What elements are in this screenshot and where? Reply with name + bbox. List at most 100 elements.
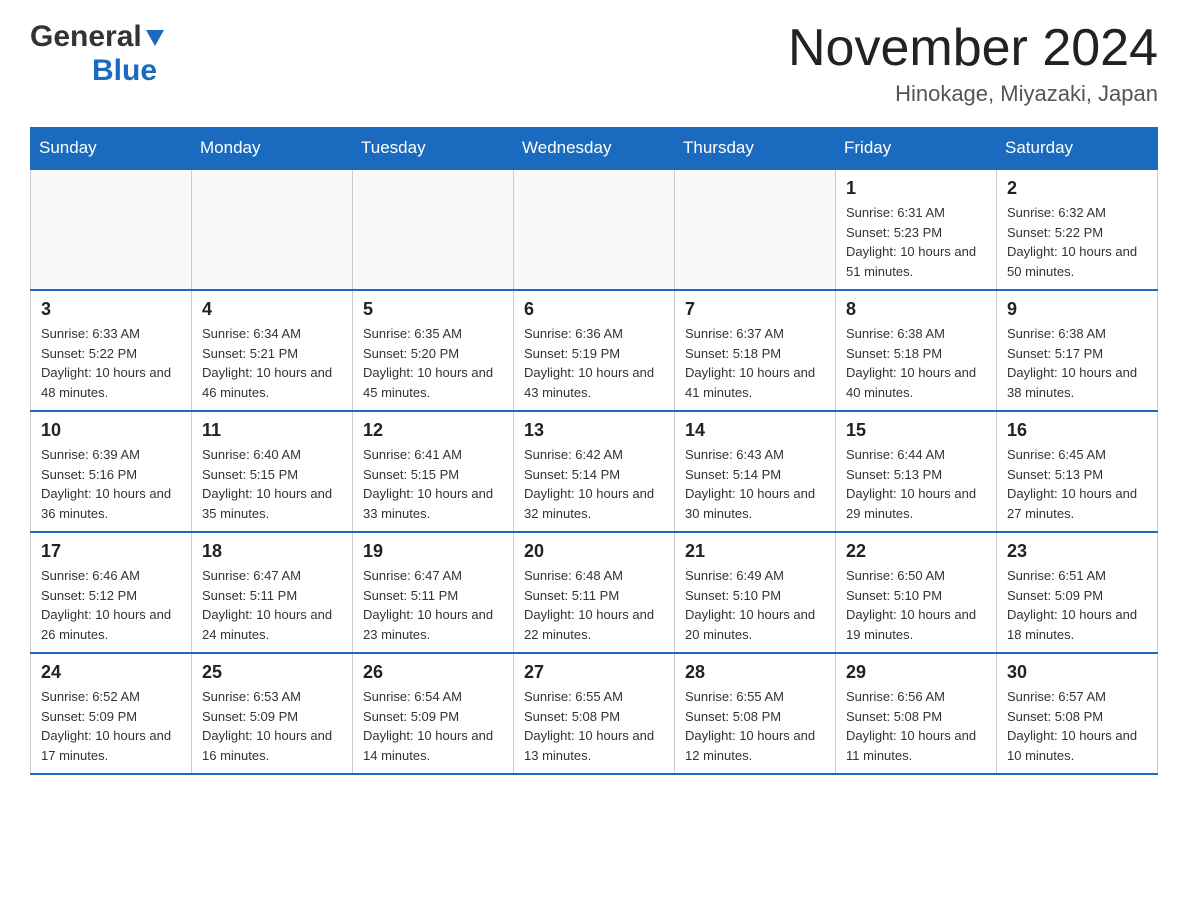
day-info: Sunrise: 6:31 AMSunset: 5:23 PMDaylight:… bbox=[846, 203, 986, 281]
day-number: 28 bbox=[685, 662, 825, 683]
calendar-week-1: 1 Sunrise: 6:31 AMSunset: 5:23 PMDaylight… bbox=[31, 169, 1158, 290]
calendar-cell: 5 Sunrise: 6:35 AMSunset: 5:20 PMDaylight… bbox=[353, 290, 514, 411]
day-number: 12 bbox=[363, 420, 503, 441]
calendar-cell bbox=[514, 169, 675, 290]
calendar-cell bbox=[31, 169, 192, 290]
calendar-cell: 13Sunrise: 6:42 AMSunset: 5:14 PMDayligh… bbox=[514, 411, 675, 532]
day-info: Sunrise: 6:33 AMSunset: 5:22 PMDaylight:… bbox=[41, 324, 181, 402]
day-info: Sunrise: 6:35 AMSunset: 5:20 PMDaylight:… bbox=[363, 324, 503, 402]
calendar-cell: 28 Sunrise: 6:55 AMSunset: 5:08 PMDayligh… bbox=[675, 653, 836, 774]
day-number: 30 bbox=[1007, 662, 1147, 683]
calendar-week-3: 10Sunrise: 6:39 AMSunset: 5:16 PMDayligh… bbox=[31, 411, 1158, 532]
calendar-cell: 22Sunrise: 6:50 AMSunset: 5:10 PMDayligh… bbox=[836, 532, 997, 653]
day-info: Sunrise: 6:56 AMSunset: 5:08 PMDaylight:… bbox=[846, 687, 986, 765]
logo-triangle-icon bbox=[144, 26, 166, 48]
day-number: 3 bbox=[41, 299, 181, 320]
day-number: 22 bbox=[846, 541, 986, 562]
calendar-cell: 16Sunrise: 6:45 AMSunset: 5:13 PMDayligh… bbox=[997, 411, 1158, 532]
day-info: Sunrise: 6:44 AMSunset: 5:13 PMDaylight:… bbox=[846, 445, 986, 523]
day-number: 25 bbox=[202, 662, 342, 683]
day-number: 9 bbox=[1007, 299, 1147, 320]
weekday-header-wednesday: Wednesday bbox=[514, 128, 675, 170]
calendar-cell: 25 Sunrise: 6:53 AMSunset: 5:09 PMDayligh… bbox=[192, 653, 353, 774]
weekday-header-sunday: Sunday bbox=[31, 128, 192, 170]
day-info: Sunrise: 6:47 AMSunset: 5:11 PMDaylight:… bbox=[363, 566, 503, 644]
day-info: Sunrise: 6:32 AMSunset: 5:22 PMDaylight:… bbox=[1007, 203, 1147, 281]
day-number: 15 bbox=[846, 420, 986, 441]
day-info: Sunrise: 6:38 AMSunset: 5:17 PMDaylight:… bbox=[1007, 324, 1147, 402]
day-info: Sunrise: 6:38 AMSunset: 5:18 PMDaylight:… bbox=[846, 324, 986, 402]
calendar-cell: 24 Sunrise: 6:52 AMSunset: 5:09 PMDayligh… bbox=[31, 653, 192, 774]
title-area: November 2024 Hinokage, Miyazaki, Japan bbox=[788, 20, 1158, 107]
calendar-cell: 29 Sunrise: 6:56 AMSunset: 5:08 PMDayligh… bbox=[836, 653, 997, 774]
weekday-header-thursday: Thursday bbox=[675, 128, 836, 170]
weekday-header-friday: Friday bbox=[836, 128, 997, 170]
day-info: Sunrise: 6:46 AMSunset: 5:12 PMDaylight:… bbox=[41, 566, 181, 644]
day-number: 4 bbox=[202, 299, 342, 320]
calendar-cell: 6 Sunrise: 6:36 AMSunset: 5:19 PMDaylight… bbox=[514, 290, 675, 411]
day-number: 18 bbox=[202, 541, 342, 562]
day-number: 23 bbox=[1007, 541, 1147, 562]
day-info: Sunrise: 6:41 AMSunset: 5:15 PMDaylight:… bbox=[363, 445, 503, 523]
location-subtitle: Hinokage, Miyazaki, Japan bbox=[788, 81, 1158, 107]
calendar-header-row: SundayMondayTuesdayWednesdayThursdayFrid… bbox=[31, 128, 1158, 170]
day-number: 2 bbox=[1007, 178, 1147, 199]
day-number: 14 bbox=[685, 420, 825, 441]
calendar-week-5: 24 Sunrise: 6:52 AMSunset: 5:09 PMDayligh… bbox=[31, 653, 1158, 774]
month-title: November 2024 bbox=[788, 20, 1158, 77]
calendar-cell: 15 Sunrise: 6:44 AMSunset: 5:13 PMDayligh… bbox=[836, 411, 997, 532]
day-number: 24 bbox=[41, 662, 181, 683]
calendar-table: SundayMondayTuesdayWednesdayThursdayFrid… bbox=[30, 127, 1158, 775]
day-info: Sunrise: 6:57 AMSunset: 5:08 PMDaylight:… bbox=[1007, 687, 1147, 765]
day-number: 26 bbox=[363, 662, 503, 683]
day-number: 5 bbox=[363, 299, 503, 320]
page-header: General Blue November 2024 Hinokage, Miy… bbox=[30, 20, 1158, 107]
day-info: Sunrise: 6:54 AMSunset: 5:09 PMDaylight:… bbox=[363, 687, 503, 765]
day-info: Sunrise: 6:47 AMSunset: 5:11 PMDaylight:… bbox=[202, 566, 342, 644]
weekday-header-tuesday: Tuesday bbox=[353, 128, 514, 170]
day-info: Sunrise: 6:40 AMSunset: 5:15 PMDaylight:… bbox=[202, 445, 342, 523]
calendar-cell: 30 Sunrise: 6:57 AMSunset: 5:08 PMDayligh… bbox=[997, 653, 1158, 774]
day-number: 8 bbox=[846, 299, 986, 320]
calendar-cell: 4Sunrise: 6:34 AMSunset: 5:21 PMDaylight… bbox=[192, 290, 353, 411]
day-number: 17 bbox=[41, 541, 181, 562]
day-number: 16 bbox=[1007, 420, 1147, 441]
day-info: Sunrise: 6:36 AMSunset: 5:19 PMDaylight:… bbox=[524, 324, 664, 402]
weekday-header-saturday: Saturday bbox=[997, 128, 1158, 170]
day-number: 7 bbox=[685, 299, 825, 320]
calendar-cell: 10Sunrise: 6:39 AMSunset: 5:16 PMDayligh… bbox=[31, 411, 192, 532]
day-number: 29 bbox=[846, 662, 986, 683]
calendar-cell: 14 Sunrise: 6:43 AMSunset: 5:14 PMDayligh… bbox=[675, 411, 836, 532]
day-number: 27 bbox=[524, 662, 664, 683]
day-number: 20 bbox=[524, 541, 664, 562]
calendar-cell: 17 Sunrise: 6:46 AMSunset: 5:12 PMDayligh… bbox=[31, 532, 192, 653]
calendar-cell: 21Sunrise: 6:49 AMSunset: 5:10 PMDayligh… bbox=[675, 532, 836, 653]
calendar-week-4: 17 Sunrise: 6:46 AMSunset: 5:12 PMDayligh… bbox=[31, 532, 1158, 653]
calendar-cell: 8 Sunrise: 6:38 AMSunset: 5:18 PMDaylight… bbox=[836, 290, 997, 411]
day-number: 19 bbox=[363, 541, 503, 562]
calendar-cell: 23 Sunrise: 6:51 AMSunset: 5:09 PMDayligh… bbox=[997, 532, 1158, 653]
day-info: Sunrise: 6:43 AMSunset: 5:14 PMDaylight:… bbox=[685, 445, 825, 523]
calendar-cell: 3 Sunrise: 6:33 AMSunset: 5:22 PMDaylight… bbox=[31, 290, 192, 411]
logo-blue-text: Blue bbox=[92, 54, 157, 88]
day-info: Sunrise: 6:51 AMSunset: 5:09 PMDaylight:… bbox=[1007, 566, 1147, 644]
calendar-cell: 9 Sunrise: 6:38 AMSunset: 5:17 PMDaylight… bbox=[997, 290, 1158, 411]
day-info: Sunrise: 6:55 AMSunset: 5:08 PMDaylight:… bbox=[685, 687, 825, 765]
calendar-cell: 18 Sunrise: 6:47 AMSunset: 5:11 PMDayligh… bbox=[192, 532, 353, 653]
calendar-cell bbox=[675, 169, 836, 290]
calendar-cell: 1 Sunrise: 6:31 AMSunset: 5:23 PMDaylight… bbox=[836, 169, 997, 290]
calendar-cell bbox=[192, 169, 353, 290]
day-number: 6 bbox=[524, 299, 664, 320]
day-info: Sunrise: 6:52 AMSunset: 5:09 PMDaylight:… bbox=[41, 687, 181, 765]
day-number: 1 bbox=[846, 178, 986, 199]
logo: General Blue bbox=[30, 20, 166, 88]
day-info: Sunrise: 6:53 AMSunset: 5:09 PMDaylight:… bbox=[202, 687, 342, 765]
calendar-cell: 20 Sunrise: 6:48 AMSunset: 5:11 PMDayligh… bbox=[514, 532, 675, 653]
logo-general-text: General bbox=[30, 20, 142, 54]
day-number: 11 bbox=[202, 420, 342, 441]
day-info: Sunrise: 6:48 AMSunset: 5:11 PMDaylight:… bbox=[524, 566, 664, 644]
day-info: Sunrise: 6:42 AMSunset: 5:14 PMDaylight:… bbox=[524, 445, 664, 523]
day-info: Sunrise: 6:39 AMSunset: 5:16 PMDaylight:… bbox=[41, 445, 181, 523]
calendar-cell: 2 Sunrise: 6:32 AMSunset: 5:22 PMDaylight… bbox=[997, 169, 1158, 290]
calendar-week-2: 3 Sunrise: 6:33 AMSunset: 5:22 PMDaylight… bbox=[31, 290, 1158, 411]
